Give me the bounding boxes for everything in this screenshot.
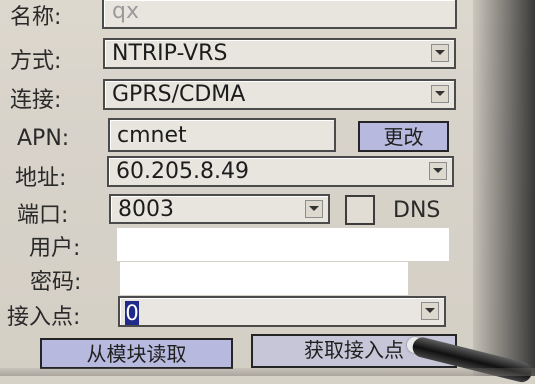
mountpoint-select[interactable]: 0	[118, 296, 446, 327]
name-input[interactable]: qx	[102, 0, 457, 29]
device-bezel-shadow	[473, 0, 535, 376]
connection-select[interactable]: GPRS/CDMA	[103, 79, 456, 110]
password-label: 密码:	[30, 270, 82, 295]
mountpoint-label: 接入点:	[7, 305, 81, 330]
name-input-value: qx	[112, 0, 139, 24]
chevron-down-icon[interactable]	[429, 162, 447, 180]
bottom-edge	[0, 368, 535, 376]
mode-select-value: NTRIP-VRS	[112, 41, 228, 66]
password-input[interactable]	[120, 262, 408, 295]
port-label: 端口:	[17, 203, 69, 228]
connection-label: 连接:	[10, 88, 62, 113]
name-label: 名称:	[10, 5, 62, 30]
dns-label: DNS	[393, 198, 441, 223]
address-label: 地址:	[15, 166, 67, 191]
port-select-value: 8003	[118, 197, 174, 222]
chevron-down-icon[interactable]	[431, 85, 449, 103]
port-select[interactable]: 8003	[109, 194, 330, 224]
apn-input-value: cmnet	[117, 123, 187, 148]
connection-select-value: GPRS/CDMA	[112, 82, 246, 107]
change-button[interactable]: 更改	[358, 121, 449, 152]
user-label: 用户:	[29, 236, 81, 261]
dns-checkbox[interactable]	[345, 195, 375, 225]
address-input[interactable]: 60.205.8.49	[107, 156, 454, 187]
apn-label: APN:	[17, 126, 70, 151]
chevron-down-icon[interactable]	[421, 302, 439, 320]
chevron-down-icon[interactable]	[305, 200, 323, 218]
mode-select[interactable]: NTRIP-VRS	[103, 38, 456, 69]
gnss-network-settings-screen: 名称: qx 方式: NTRIP-VRS 连接: GPRS/CDMA APN: …	[0, 0, 535, 384]
address-input-value: 60.205.8.49	[116, 159, 249, 184]
mode-label: 方式:	[10, 49, 62, 74]
user-input[interactable]	[117, 228, 449, 261]
read-from-module-button[interactable]: 从模块读取	[40, 338, 233, 369]
chevron-down-icon[interactable]	[431, 44, 449, 62]
apn-input[interactable]: cmnet	[108, 118, 336, 152]
mountpoint-selected-value: 0	[125, 301, 139, 325]
